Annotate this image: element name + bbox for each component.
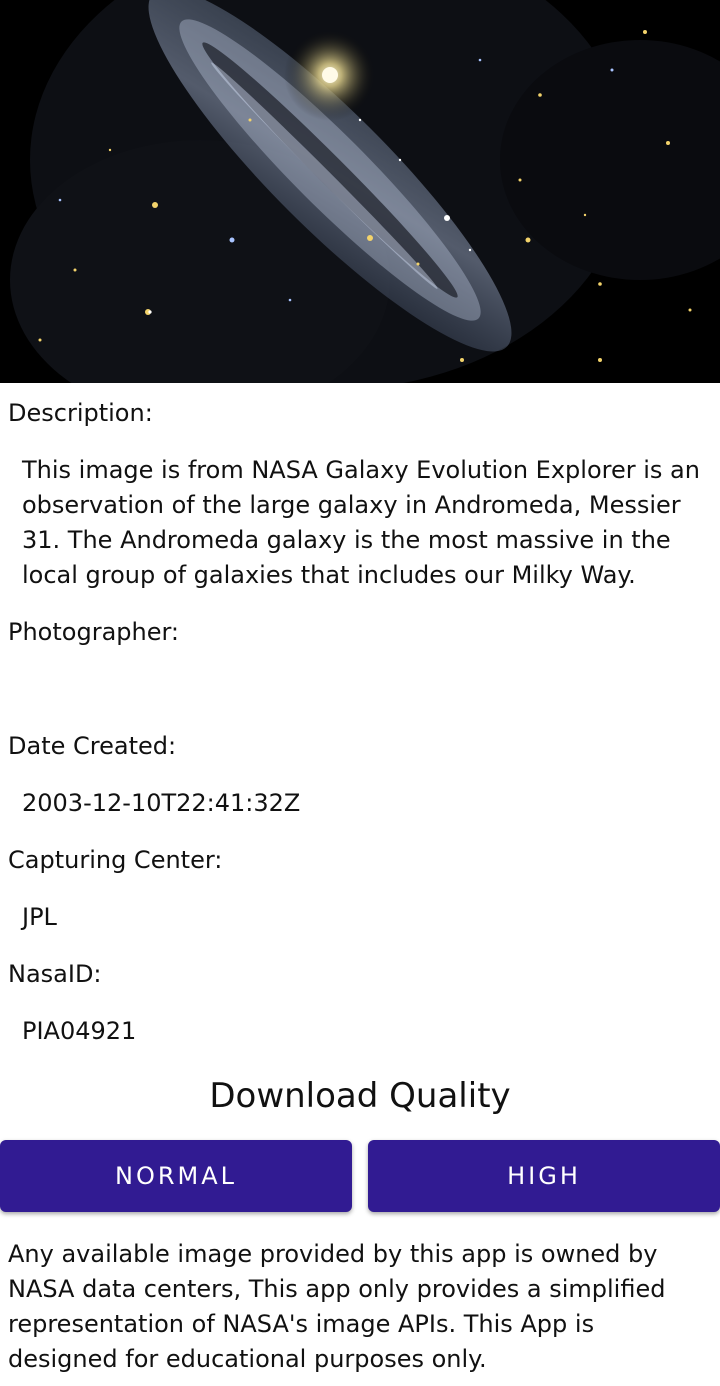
date-created-value: 2003-12-10T22:41:32Z xyxy=(22,789,301,817)
date-created-label: Date Created: xyxy=(8,732,177,760)
photographer-label: Photographer: xyxy=(8,618,180,646)
description-line: This image is from NASA Galaxy Evolution… xyxy=(22,456,700,484)
description-line: observation of the large galaxy in Andro… xyxy=(22,491,681,519)
nasa-id-value: PIA04921 xyxy=(22,1017,137,1045)
download-quality-title: Download Quality xyxy=(209,1076,511,1116)
capturing-center-value: JPL xyxy=(22,903,57,931)
disclaimer-line: Any available image provided by this app… xyxy=(8,1240,658,1268)
download-normal-label: NORMAL xyxy=(114,1162,237,1190)
download-normal-button[interactable]: NORMAL xyxy=(0,1140,352,1212)
andromeda-galaxy-image xyxy=(0,0,720,383)
description-line: local group of galaxies that includes ou… xyxy=(22,561,636,589)
disclaimer-line: designed for educational purposes only. xyxy=(8,1345,487,1373)
description-line: 31. The Andromeda galaxy is the most mas… xyxy=(22,526,671,554)
disclaimer-text: Any available image provided by this app… xyxy=(8,1237,718,1377)
description-label: Description: xyxy=(8,399,153,427)
capturing-center-label: Capturing Center: xyxy=(8,846,223,874)
disclaimer-line: NASA data centers, This app only provide… xyxy=(8,1275,666,1303)
nasa-id-label: NasaID: xyxy=(8,960,102,988)
hero-image xyxy=(0,0,720,383)
description-text: This image is from NASA Galaxy Evolution… xyxy=(22,453,712,593)
disclaimer-line: representation of NASA's image APIs. Thi… xyxy=(8,1310,595,1338)
download-high-button[interactable]: HIGH xyxy=(368,1140,720,1212)
download-high-label: HIGH xyxy=(507,1162,581,1190)
